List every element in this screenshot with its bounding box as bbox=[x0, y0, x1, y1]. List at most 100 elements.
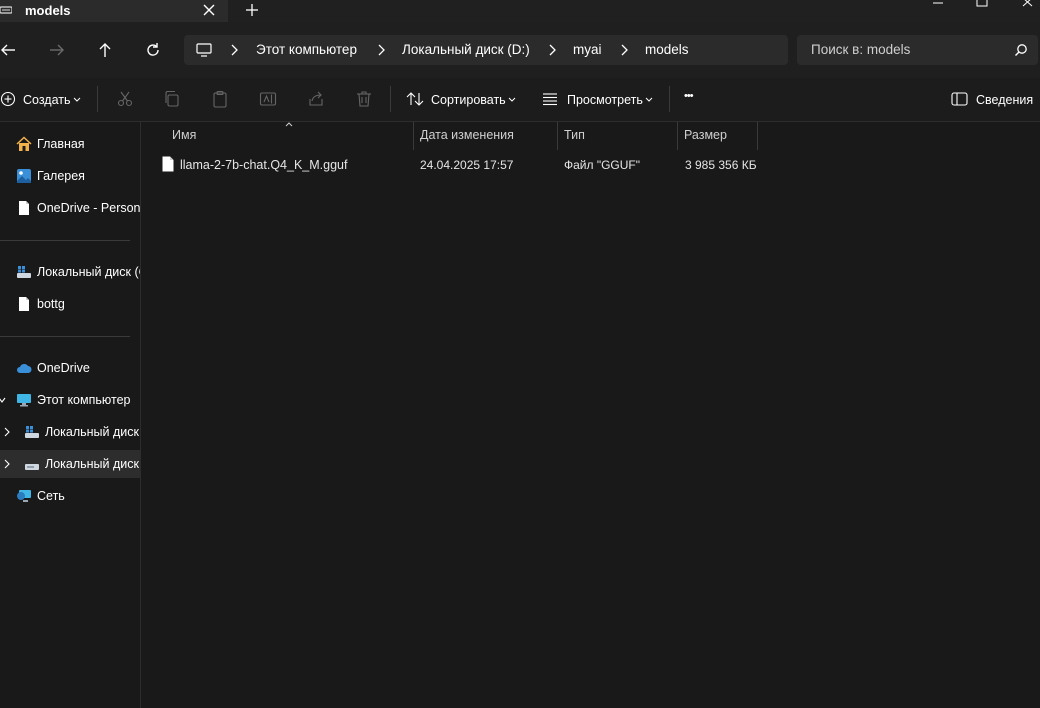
create-label: Создать bbox=[23, 93, 71, 107]
sidebar-item-label: OneDrive - Persona bbox=[37, 201, 141, 215]
search-input[interactable]: Поиск в: models bbox=[811, 42, 910, 57]
chevron-right-icon[interactable] bbox=[548, 44, 556, 56]
breadcrumb-item-drive-d[interactable]: Локальный диск (D:) bbox=[402, 42, 530, 57]
drive-icon bbox=[17, 266, 31, 278]
sidebar-item-label: Галерея bbox=[37, 169, 85, 183]
breadcrumb[interactable]: Этот компьютер Локальный диск (D:) myai … bbox=[184, 35, 788, 65]
share-icon[interactable] bbox=[307, 90, 325, 108]
navigation-pane: Главная Галерея OneDrive - Persona Локал… bbox=[0, 122, 141, 708]
file-type: Файл "GGUF" bbox=[564, 158, 641, 172]
sidebar-item-label: Локальный диск (C bbox=[37, 265, 141, 279]
file-icon bbox=[19, 297, 29, 311]
breadcrumb-item-models[interactable]: models bbox=[645, 42, 689, 57]
network-icon bbox=[17, 490, 31, 502]
delete-icon[interactable] bbox=[355, 90, 373, 108]
column-header-label: Имя bbox=[172, 128, 197, 142]
copy-icon[interactable] bbox=[163, 90, 181, 108]
sidebar-item-label: Локальный диск bbox=[45, 457, 139, 471]
sidebar-item-bottg[interactable]: bottg bbox=[0, 290, 140, 318]
create-button[interactable]: Создать bbox=[0, 88, 84, 110]
sort-button[interactable]: Сортировать bbox=[406, 88, 518, 110]
tab-title: models bbox=[25, 3, 71, 18]
sidebar-item-onedrive-personal[interactable]: OneDrive - Persona bbox=[0, 194, 140, 222]
chevron-down-icon bbox=[508, 97, 516, 102]
sidebar-item-label: Главная bbox=[37, 137, 85, 151]
title-bar: models bbox=[0, 0, 1040, 22]
sidebar-item-network[interactable]: Сеть bbox=[0, 482, 140, 510]
chevron-right-icon[interactable] bbox=[230, 44, 238, 56]
chevron-right-icon[interactable] bbox=[4, 459, 10, 469]
column-header-name[interactable]: Имя bbox=[142, 122, 412, 148]
sidebar-item-gallery[interactable]: Галерея bbox=[0, 162, 140, 190]
sidebar-item-local-disk-1[interactable]: Локальный диск bbox=[0, 418, 140, 446]
sidebar-item-label: Локальный диск bbox=[45, 425, 139, 439]
command-bar: Создать Сортировать Просмотреть ••• Свед… bbox=[0, 78, 1040, 122]
file-modified: 24.04.2025 17:57 bbox=[420, 158, 514, 172]
paste-icon[interactable] bbox=[211, 90, 229, 108]
search-box[interactable]: Поиск в: models bbox=[797, 35, 1038, 65]
view-label: Просмотреть bbox=[567, 93, 643, 107]
forward-arrow-icon[interactable] bbox=[48, 41, 66, 59]
minimize-icon[interactable] bbox=[931, 0, 945, 8]
sidebar-item-this-pc[interactable]: Этот компьютер bbox=[0, 386, 140, 414]
toolbar-divider bbox=[390, 86, 391, 112]
computer-icon bbox=[17, 394, 31, 407]
toolbar-divider bbox=[669, 86, 670, 112]
chevron-down-icon[interactable] bbox=[0, 397, 6, 403]
sidebar-item-local-disk-2[interactable]: Локальный диск bbox=[0, 450, 140, 478]
address-row: Этот компьютер Локальный диск (D:) myai … bbox=[0, 22, 1040, 78]
gallery-icon bbox=[17, 169, 31, 183]
breadcrumb-item-computer[interactable]: Этот компьютер bbox=[256, 42, 357, 57]
view-button[interactable]: Просмотреть bbox=[542, 88, 656, 110]
column-header-size[interactable]: Размер bbox=[678, 122, 757, 148]
maximize-icon[interactable] bbox=[975, 0, 989, 8]
close-window-icon[interactable] bbox=[1021, 0, 1035, 8]
tab-models[interactable]: models bbox=[0, 0, 228, 22]
toolbar-divider bbox=[97, 86, 98, 112]
sidebar-item-label: bottg bbox=[37, 297, 65, 311]
sort-label: Сортировать bbox=[431, 93, 506, 107]
sort-icon bbox=[406, 92, 424, 106]
more-options-button[interactable]: ••• bbox=[684, 90, 694, 112]
cut-icon[interactable] bbox=[116, 90, 134, 108]
chevron-right-icon[interactable] bbox=[377, 44, 385, 56]
sidebar-divider bbox=[0, 240, 130, 241]
sidebar-divider bbox=[0, 336, 130, 337]
refresh-icon[interactable] bbox=[144, 41, 162, 59]
chevron-right-icon[interactable] bbox=[4, 427, 10, 437]
plus-circle-icon bbox=[0, 91, 16, 107]
search-icon bbox=[1015, 44, 1027, 56]
sidebar-item-label: Сеть bbox=[37, 489, 65, 503]
sidebar-item-label: OneDrive bbox=[37, 361, 90, 375]
details-button[interactable]: Сведения bbox=[951, 88, 1034, 110]
back-arrow-icon[interactable] bbox=[0, 41, 18, 59]
chevron-right-icon[interactable] bbox=[620, 44, 628, 56]
details-label: Сведения bbox=[976, 93, 1034, 107]
breadcrumb-item-myai[interactable]: myai bbox=[573, 42, 602, 57]
details-pane-icon bbox=[951, 92, 968, 106]
rename-icon[interactable] bbox=[259, 90, 277, 108]
drive-icon bbox=[0, 6, 12, 14]
sidebar-item-local-disk-c[interactable]: Локальный диск (C bbox=[0, 258, 140, 286]
file-icon bbox=[162, 156, 174, 172]
table-row[interactable]: llama-2-7b-chat.Q4_K_M.gguf 24.04.2025 1… bbox=[142, 152, 1040, 178]
column-header-label: Дата изменения bbox=[420, 128, 514, 142]
home-icon bbox=[16, 136, 32, 151]
column-header-label: Тип bbox=[564, 128, 585, 142]
sidebar-item-label: Этот компьютер bbox=[37, 393, 131, 407]
monitor-icon[interactable] bbox=[196, 42, 212, 58]
column-divider[interactable] bbox=[757, 122, 758, 150]
file-size: 3 985 356 КБ bbox=[685, 158, 757, 172]
new-tab-icon[interactable] bbox=[245, 3, 259, 17]
column-header-type[interactable]: Тип bbox=[558, 122, 677, 148]
file-icon bbox=[19, 201, 29, 215]
drive-icon bbox=[25, 426, 39, 438]
list-view-icon bbox=[543, 93, 557, 106]
column-header-modified[interactable]: Дата изменения bbox=[414, 122, 557, 148]
sidebar-item-home[interactable]: Главная bbox=[0, 130, 140, 158]
up-arrow-icon[interactable] bbox=[96, 41, 114, 59]
close-tab-icon[interactable] bbox=[202, 3, 216, 17]
drive-icon bbox=[25, 464, 39, 470]
chevron-down-icon bbox=[645, 97, 653, 102]
sidebar-item-onedrive[interactable]: OneDrive bbox=[0, 354, 140, 382]
